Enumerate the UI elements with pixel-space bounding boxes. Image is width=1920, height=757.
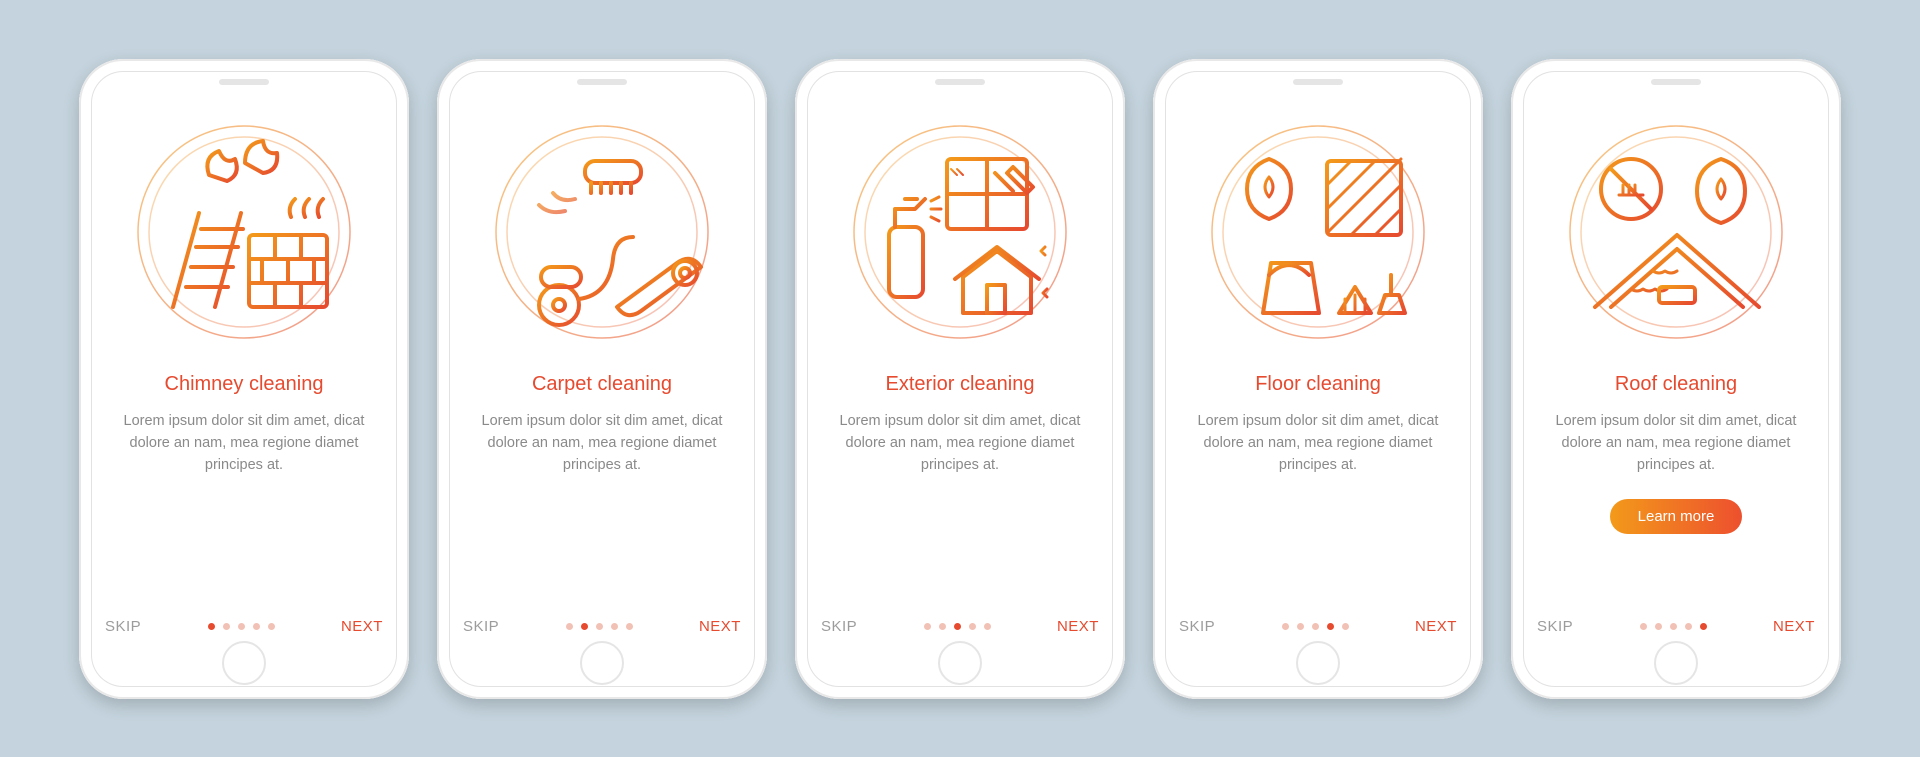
dot	[969, 623, 976, 630]
screen-title: Chimney cleaning	[105, 373, 383, 396]
screen-title: Floor cleaning	[1179, 373, 1457, 396]
onboarding-footer: SKIP NEXT	[1537, 618, 1815, 669]
dot	[1282, 623, 1289, 630]
page-indicator	[566, 623, 633, 630]
screen-title: Carpet cleaning	[463, 373, 741, 396]
dot	[1640, 623, 1647, 630]
screen-title: Exterior cleaning	[821, 373, 1099, 396]
skip-button[interactable]: SKIP	[821, 618, 857, 635]
carpet-cleaning-icon	[463, 97, 741, 367]
learn-more-button[interactable]: Learn more	[1610, 499, 1743, 534]
dot	[566, 623, 573, 630]
chimney-cleaning-icon	[105, 97, 383, 367]
screen-body: Lorem ipsum dolor sit dim amet, dicat do…	[821, 410, 1099, 477]
phone-frame: Floor cleaning Lorem ipsum dolor sit dim…	[1153, 59, 1483, 699]
dot	[1327, 623, 1334, 630]
phone-frame: Roof cleaning Lorem ipsum dolor sit dim …	[1511, 59, 1841, 699]
floor-cleaning-icon	[1179, 97, 1457, 367]
dot	[253, 623, 260, 630]
dot	[1655, 623, 1662, 630]
dot	[954, 623, 961, 630]
dot	[596, 623, 603, 630]
skip-button[interactable]: SKIP	[105, 618, 141, 635]
dot	[1700, 623, 1707, 630]
screen-body: Lorem ipsum dolor sit dim amet, dicat do…	[1179, 410, 1457, 477]
dot	[1685, 623, 1692, 630]
screen-body: Lorem ipsum dolor sit dim amet, dicat do…	[1537, 410, 1815, 477]
cta-row: Learn more	[1537, 499, 1815, 534]
dot	[1670, 623, 1677, 630]
next-button[interactable]: NEXT	[1415, 618, 1457, 635]
onboarding-footer: SKIP NEXT	[821, 618, 1099, 669]
page-indicator	[208, 623, 275, 630]
dot	[984, 623, 991, 630]
roof-cleaning-icon	[1537, 97, 1815, 367]
page-indicator	[924, 623, 991, 630]
dot	[238, 623, 245, 630]
dot	[581, 623, 588, 630]
dot	[1312, 623, 1319, 630]
skip-button[interactable]: SKIP	[463, 618, 499, 635]
next-button[interactable]: NEXT	[1773, 618, 1815, 635]
dot	[939, 623, 946, 630]
phone-frame: Carpet cleaning Lorem ipsum dolor sit di…	[437, 59, 767, 699]
dot	[268, 623, 275, 630]
dot	[1342, 623, 1349, 630]
exterior-cleaning-icon	[821, 97, 1099, 367]
skip-button[interactable]: SKIP	[1537, 618, 1573, 635]
next-button[interactable]: NEXT	[699, 618, 741, 635]
dot	[611, 623, 618, 630]
onboarding-footer: SKIP NEXT	[1179, 618, 1457, 669]
screen-body: Lorem ipsum dolor sit dim amet, dicat do…	[463, 410, 741, 477]
phone-frame: Exterior cleaning Lorem ipsum dolor sit …	[795, 59, 1125, 699]
onboarding-footer: SKIP NEXT	[105, 618, 383, 669]
onboarding-footer: SKIP NEXT	[463, 618, 741, 669]
dot	[1297, 623, 1304, 630]
screen-title: Roof cleaning	[1537, 373, 1815, 396]
page-indicator	[1282, 623, 1349, 630]
screen-body: Lorem ipsum dolor sit dim amet, dicat do…	[105, 410, 383, 477]
next-button[interactable]: NEXT	[341, 618, 383, 635]
page-indicator	[1640, 623, 1707, 630]
dot	[223, 623, 230, 630]
next-button[interactable]: NEXT	[1057, 618, 1099, 635]
phone-frame: Chimney cleaning Lorem ipsum dolor sit d…	[79, 59, 409, 699]
dot	[626, 623, 633, 630]
skip-button[interactable]: SKIP	[1179, 618, 1215, 635]
onboarding-screens-row: Chimney cleaning Lorem ipsum dolor sit d…	[79, 59, 1841, 699]
dot	[924, 623, 931, 630]
dot	[208, 623, 215, 630]
